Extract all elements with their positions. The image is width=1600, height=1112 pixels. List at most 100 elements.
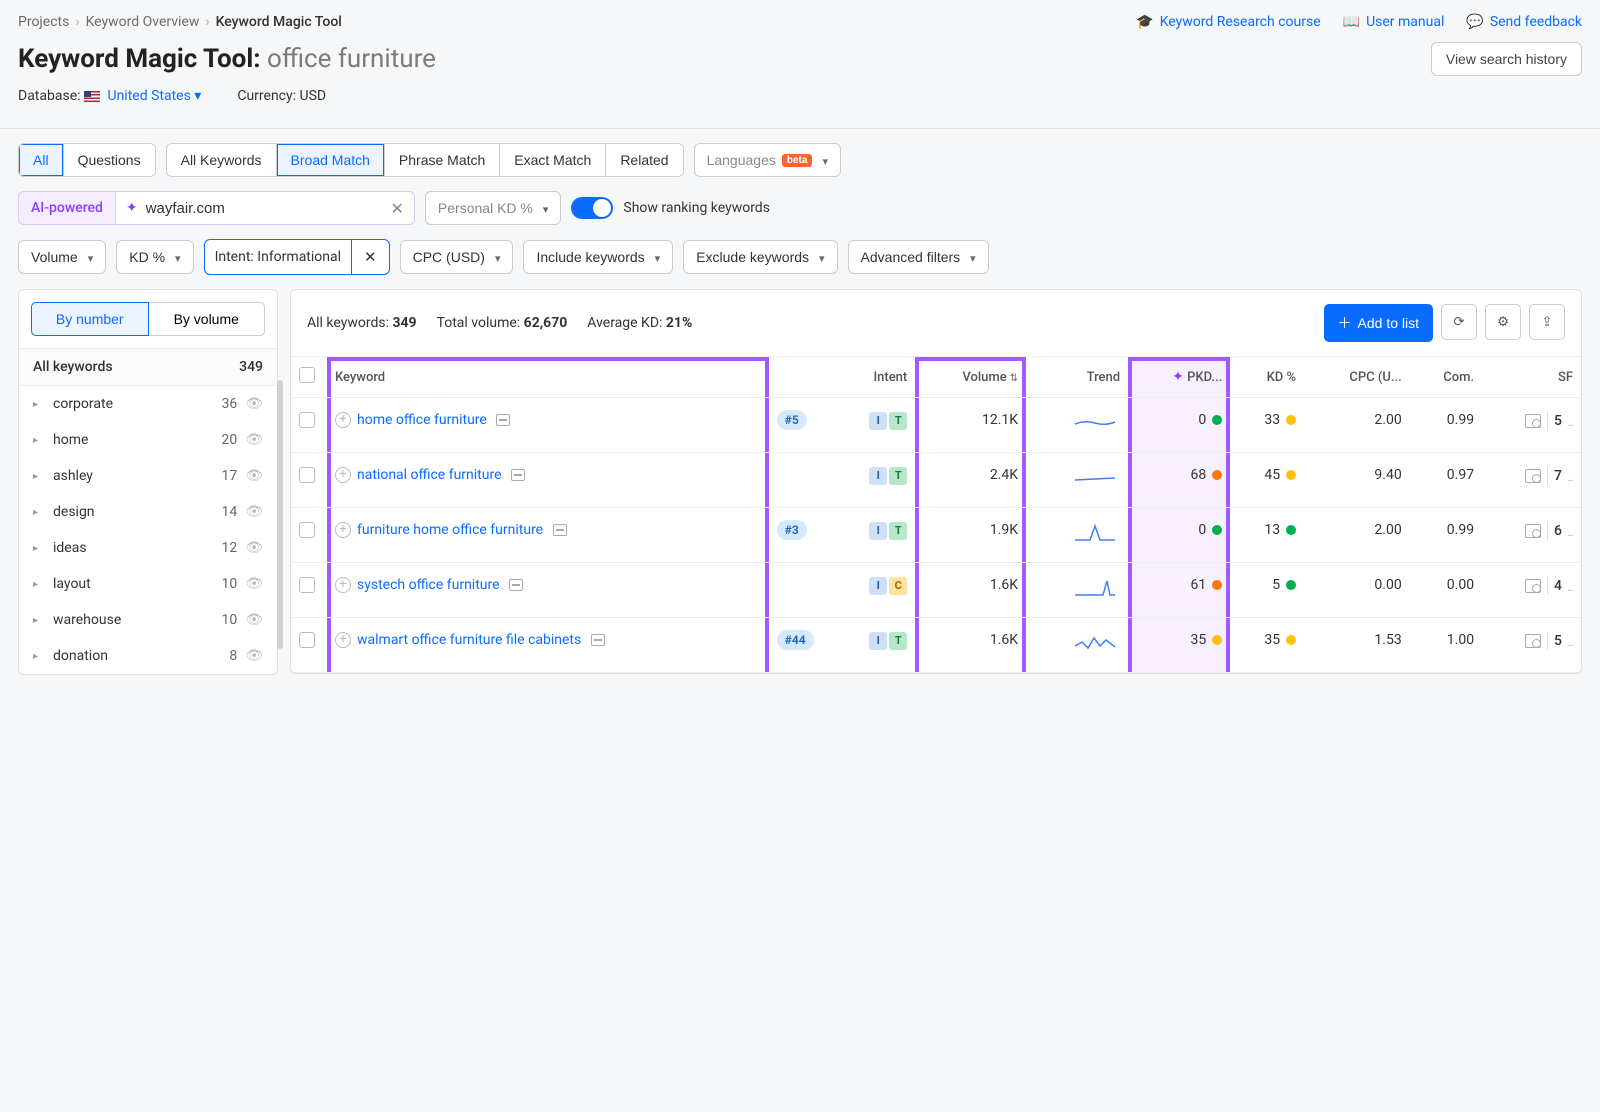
book-icon: 📖 bbox=[1343, 14, 1360, 30]
col-trend[interactable]: Trend bbox=[1026, 357, 1128, 398]
settings-button[interactable]: ⚙ bbox=[1485, 304, 1521, 340]
sf-cell[interactable]: 6-- bbox=[1525, 522, 1573, 540]
sf-cell[interactable]: 5-- bbox=[1525, 412, 1573, 430]
serp-icon[interactable] bbox=[511, 469, 525, 481]
send-feedback-link[interactable]: 💬Send feedback bbox=[1466, 14, 1582, 30]
database-selector[interactable]: Database: United States ▾ bbox=[18, 88, 201, 104]
breadcrumb-overview[interactable]: Keyword Overview bbox=[86, 14, 200, 30]
stat-all-keywords: All keywords: 349 bbox=[307, 315, 417, 331]
keywords-table: Keyword Intent Volume Trend ✦ PKD... KD … bbox=[291, 356, 1581, 673]
eye-icon[interactable]: 👁 bbox=[245, 432, 263, 448]
sf-cell[interactable]: 4-- bbox=[1525, 577, 1573, 595]
col-com[interactable]: Com. bbox=[1410, 357, 1482, 398]
eye-icon[interactable]: 👁 bbox=[245, 468, 263, 484]
by-volume-tab[interactable]: By volume bbox=[149, 302, 266, 336]
show-ranking-toggle[interactable] bbox=[571, 197, 613, 219]
eye-icon[interactable]: 👁 bbox=[245, 396, 263, 412]
eye-icon[interactable]: 👁 bbox=[245, 648, 263, 664]
keyword-link[interactable]: systech office furniture bbox=[357, 577, 500, 593]
eye-icon[interactable]: 👁 bbox=[245, 540, 263, 556]
pkd-cell: 68 bbox=[1128, 453, 1230, 508]
serp-icon[interactable] bbox=[591, 634, 605, 646]
eye-icon[interactable]: 👁 bbox=[245, 576, 263, 592]
select-all-checkbox[interactable] bbox=[299, 367, 315, 383]
keyword-link[interactable]: national office furniture bbox=[357, 467, 502, 483]
col-pkd[interactable]: ✦ PKD... bbox=[1128, 357, 1230, 398]
sf-cell[interactable]: 7-- bbox=[1525, 467, 1573, 485]
expand-icon[interactable]: + bbox=[335, 632, 351, 648]
cpc-filter[interactable]: CPC (USD) bbox=[400, 240, 514, 274]
sidebar-item-corporate[interactable]: ▸corporate36 👁 bbox=[19, 386, 277, 422]
tab-exact-match[interactable]: Exact Match bbox=[499, 144, 605, 176]
sidebar-item-design[interactable]: ▸design14 👁 bbox=[19, 494, 277, 530]
col-kd[interactable]: KD % bbox=[1230, 357, 1304, 398]
sidebar-item-layout[interactable]: ▸layout10 👁 bbox=[19, 566, 277, 602]
eye-icon[interactable]: 👁 bbox=[245, 504, 263, 520]
com-cell: 1.00 bbox=[1410, 618, 1482, 673]
col-volume[interactable]: Volume bbox=[915, 357, 1026, 398]
col-intent[interactable]: Intent bbox=[829, 357, 916, 398]
ai-domain-input[interactable] bbox=[146, 200, 383, 217]
exclude-keywords-filter[interactable]: Exclude keywords bbox=[683, 240, 837, 274]
col-cpc[interactable]: CPC (U... bbox=[1304, 357, 1410, 398]
breadcrumb-projects[interactable]: Projects bbox=[18, 14, 69, 30]
expand-icon[interactable]: + bbox=[335, 467, 351, 483]
add-to-list-button[interactable]: ＋Add to list bbox=[1324, 304, 1433, 342]
eye-icon[interactable]: 👁 bbox=[245, 612, 263, 628]
col-keyword[interactable]: Keyword bbox=[327, 357, 769, 398]
row-checkbox[interactable] bbox=[299, 467, 315, 483]
advanced-filters[interactable]: Advanced filters bbox=[848, 240, 989, 274]
tab-questions[interactable]: Questions bbox=[63, 144, 155, 176]
expand-icon[interactable]: + bbox=[335, 577, 351, 593]
kd-filter[interactable]: KD % bbox=[116, 240, 193, 274]
breadcrumbs: Projects › Keyword Overview › Keyword Ma… bbox=[18, 14, 1582, 30]
rank-badge: #3 bbox=[777, 520, 807, 540]
serp-icon[interactable] bbox=[496, 414, 510, 426]
trend-sparkline bbox=[1070, 467, 1120, 489]
sidebar-item-ideas[interactable]: ▸ideas12 👁 bbox=[19, 530, 277, 566]
include-keywords-filter[interactable]: Include keywords bbox=[523, 240, 673, 274]
sidebar-item-ashley[interactable]: ▸ashley17 👁 bbox=[19, 458, 277, 494]
col-sf[interactable]: SF bbox=[1482, 357, 1581, 398]
expand-icon[interactable]: + bbox=[335, 522, 351, 538]
user-manual-link[interactable]: 📖User manual bbox=[1343, 14, 1445, 30]
export-button[interactable]: ⇪ bbox=[1529, 304, 1565, 340]
expand-icon[interactable]: + bbox=[335, 412, 351, 428]
serp-icon[interactable] bbox=[509, 579, 523, 591]
row-checkbox[interactable] bbox=[299, 522, 315, 538]
clear-intent-button[interactable]: ✕ bbox=[351, 240, 389, 274]
sidebar-item-donation[interactable]: ▸donation8 👁 bbox=[19, 638, 277, 674]
volume-cell: 12.1K bbox=[915, 398, 1026, 453]
sf-cell[interactable]: 5-- bbox=[1525, 632, 1573, 650]
stat-total-volume: Total volume: 62,670 bbox=[437, 315, 568, 331]
table-row: +furniture home office furniture #3IT1.9… bbox=[291, 508, 1581, 563]
keyword-link[interactable]: home office furniture bbox=[357, 412, 487, 428]
keyword-link[interactable]: walmart office furniture file cabinets bbox=[357, 632, 581, 648]
row-checkbox[interactable] bbox=[299, 632, 315, 648]
intent-filter[interactable]: Intent: Informational ✕ bbox=[204, 239, 390, 275]
tab-all[interactable]: All bbox=[19, 144, 63, 176]
keyword-research-course-link[interactable]: 🎓Keyword Research course bbox=[1136, 14, 1320, 30]
personal-kd-dropdown[interactable]: Personal KD % bbox=[425, 191, 561, 225]
languages-dropdown[interactable]: Languages beta bbox=[694, 143, 841, 177]
row-checkbox[interactable] bbox=[299, 577, 315, 593]
volume-filter[interactable]: Volume bbox=[18, 240, 106, 274]
sidebar-item-home[interactable]: ▸home20 👁 bbox=[19, 422, 277, 458]
sidebar-all-keywords[interactable]: All keywords349 bbox=[19, 348, 277, 386]
keyword-link[interactable]: furniture home office furniture bbox=[357, 522, 543, 538]
chevron-right-icon: ▸ bbox=[33, 579, 45, 590]
tab-broad-match[interactable]: Broad Match bbox=[276, 144, 384, 176]
serp-icon[interactable] bbox=[553, 524, 567, 536]
by-number-tab[interactable]: By number bbox=[31, 302, 149, 336]
refresh-button[interactable]: ⟳ bbox=[1441, 304, 1477, 340]
tab-all-keywords[interactable]: All Keywords bbox=[167, 144, 276, 176]
view-search-history-button[interactable]: View search history bbox=[1431, 42, 1582, 76]
clear-domain-button[interactable]: ✕ bbox=[391, 199, 404, 218]
tab-phrase-match[interactable]: Phrase Match bbox=[384, 144, 499, 176]
sidebar-item-warehouse[interactable]: ▸warehouse10 👁 bbox=[19, 602, 277, 638]
stat-avg-kd: Average KD: 21% bbox=[587, 315, 692, 331]
match-segment: All Keywords Broad Match Phrase Match Ex… bbox=[166, 143, 684, 177]
row-checkbox[interactable] bbox=[299, 412, 315, 428]
sidebar-scrollbar[interactable] bbox=[277, 380, 283, 649]
tab-related[interactable]: Related bbox=[605, 144, 682, 176]
